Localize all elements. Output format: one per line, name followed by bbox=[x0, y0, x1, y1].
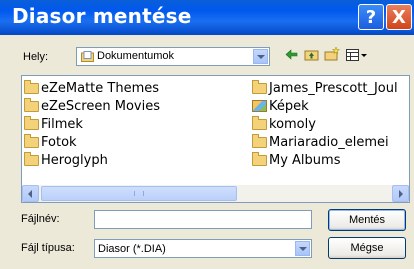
view-menu-icon[interactable] bbox=[346, 49, 368, 61]
filetype-value: Diasor (*.DIA) bbox=[98, 243, 166, 255]
folder-icon bbox=[24, 97, 39, 112]
folder-icon bbox=[252, 79, 267, 94]
filename-input[interactable] bbox=[94, 210, 312, 229]
location-combobox[interactable]: Dokumentumok bbox=[76, 47, 270, 66]
scroll-left-button[interactable] bbox=[22, 185, 39, 202]
list-item-label: komoly bbox=[269, 116, 316, 132]
list-item[interactable]: Heroglyph bbox=[22, 151, 160, 169]
list-item-label: eZeScreen Movies bbox=[41, 98, 160, 114]
location-dropdown-arrow[interactable] bbox=[253, 49, 268, 64]
folder-icon bbox=[252, 133, 267, 148]
filename-label: Fájlnév: bbox=[21, 213, 60, 225]
list-item[interactable]: eZeScreen Movies bbox=[22, 97, 160, 115]
cancel-button[interactable]: Mégse bbox=[328, 237, 406, 259]
list-item-label: eZeMatte Themes bbox=[41, 80, 160, 96]
list-item[interactable]: komoly bbox=[250, 115, 398, 133]
list-item[interactable]: eZeMatte Themes bbox=[22, 79, 160, 97]
list-item-label: Mariaradio_elemei bbox=[269, 134, 389, 150]
dialog-title: Diasor mentése bbox=[12, 4, 192, 28]
save-dialog: Diasor mentése ? X Hely: Dokumentumok eZ… bbox=[0, 0, 414, 269]
back-arrow-icon[interactable] bbox=[285, 49, 298, 60]
close-button[interactable]: X bbox=[386, 4, 412, 30]
list-item[interactable]: Képek bbox=[250, 97, 398, 115]
list-item-label: Heroglyph bbox=[41, 152, 108, 168]
list-item[interactable]: My Albums bbox=[250, 151, 398, 169]
folder-icon bbox=[252, 115, 267, 130]
location-label: Hely: bbox=[23, 51, 49, 63]
new-folder-icon[interactable] bbox=[324, 47, 340, 61]
horizontal-scrollbar[interactable] bbox=[22, 185, 409, 202]
list-item-label: Filmek bbox=[41, 116, 83, 132]
folder-icon bbox=[24, 133, 39, 148]
file-list[interactable]: eZeMatte Themes eZeScreen Movies Filmek … bbox=[21, 75, 410, 203]
file-list-right-column: James_Prescott_Joul Képek komoly Mariara… bbox=[250, 79, 398, 169]
pictures-folder-icon bbox=[252, 100, 267, 112]
list-item-label: Fotok bbox=[41, 134, 77, 150]
list-item-label: My Albums bbox=[269, 152, 341, 168]
location-value: Dokumentumok bbox=[97, 50, 175, 62]
file-list-left-column: eZeMatte Themes eZeScreen Movies Filmek … bbox=[22, 79, 160, 169]
filetype-select[interactable]: Diasor (*.DIA) bbox=[94, 239, 312, 258]
up-folder-icon[interactable] bbox=[304, 48, 319, 61]
folder-icon bbox=[24, 79, 39, 94]
scroll-right-button[interactable] bbox=[392, 185, 409, 202]
folder-icon bbox=[24, 115, 39, 130]
list-item[interactable]: Fotok bbox=[22, 133, 160, 151]
list-item[interactable]: James_Prescott_Joul bbox=[250, 79, 398, 97]
list-item[interactable]: Mariaradio_elemei bbox=[250, 133, 398, 151]
title-bar[interactable]: Diasor mentése ? X bbox=[0, 0, 414, 35]
list-item-label: Képek bbox=[269, 98, 309, 114]
list-item[interactable]: Filmek bbox=[22, 115, 160, 133]
documents-folder-icon bbox=[81, 51, 94, 62]
filetype-label: Fájl típusa: bbox=[21, 242, 75, 254]
folder-icon bbox=[252, 151, 267, 166]
scrollbar-thumb[interactable] bbox=[41, 186, 237, 201]
folder-icon bbox=[24, 151, 39, 166]
filetype-dropdown-arrow[interactable] bbox=[295, 241, 310, 256]
save-button[interactable]: Mentés bbox=[328, 209, 406, 231]
help-button[interactable]: ? bbox=[358, 4, 384, 30]
list-item-label: James_Prescott_Joul bbox=[269, 80, 398, 96]
